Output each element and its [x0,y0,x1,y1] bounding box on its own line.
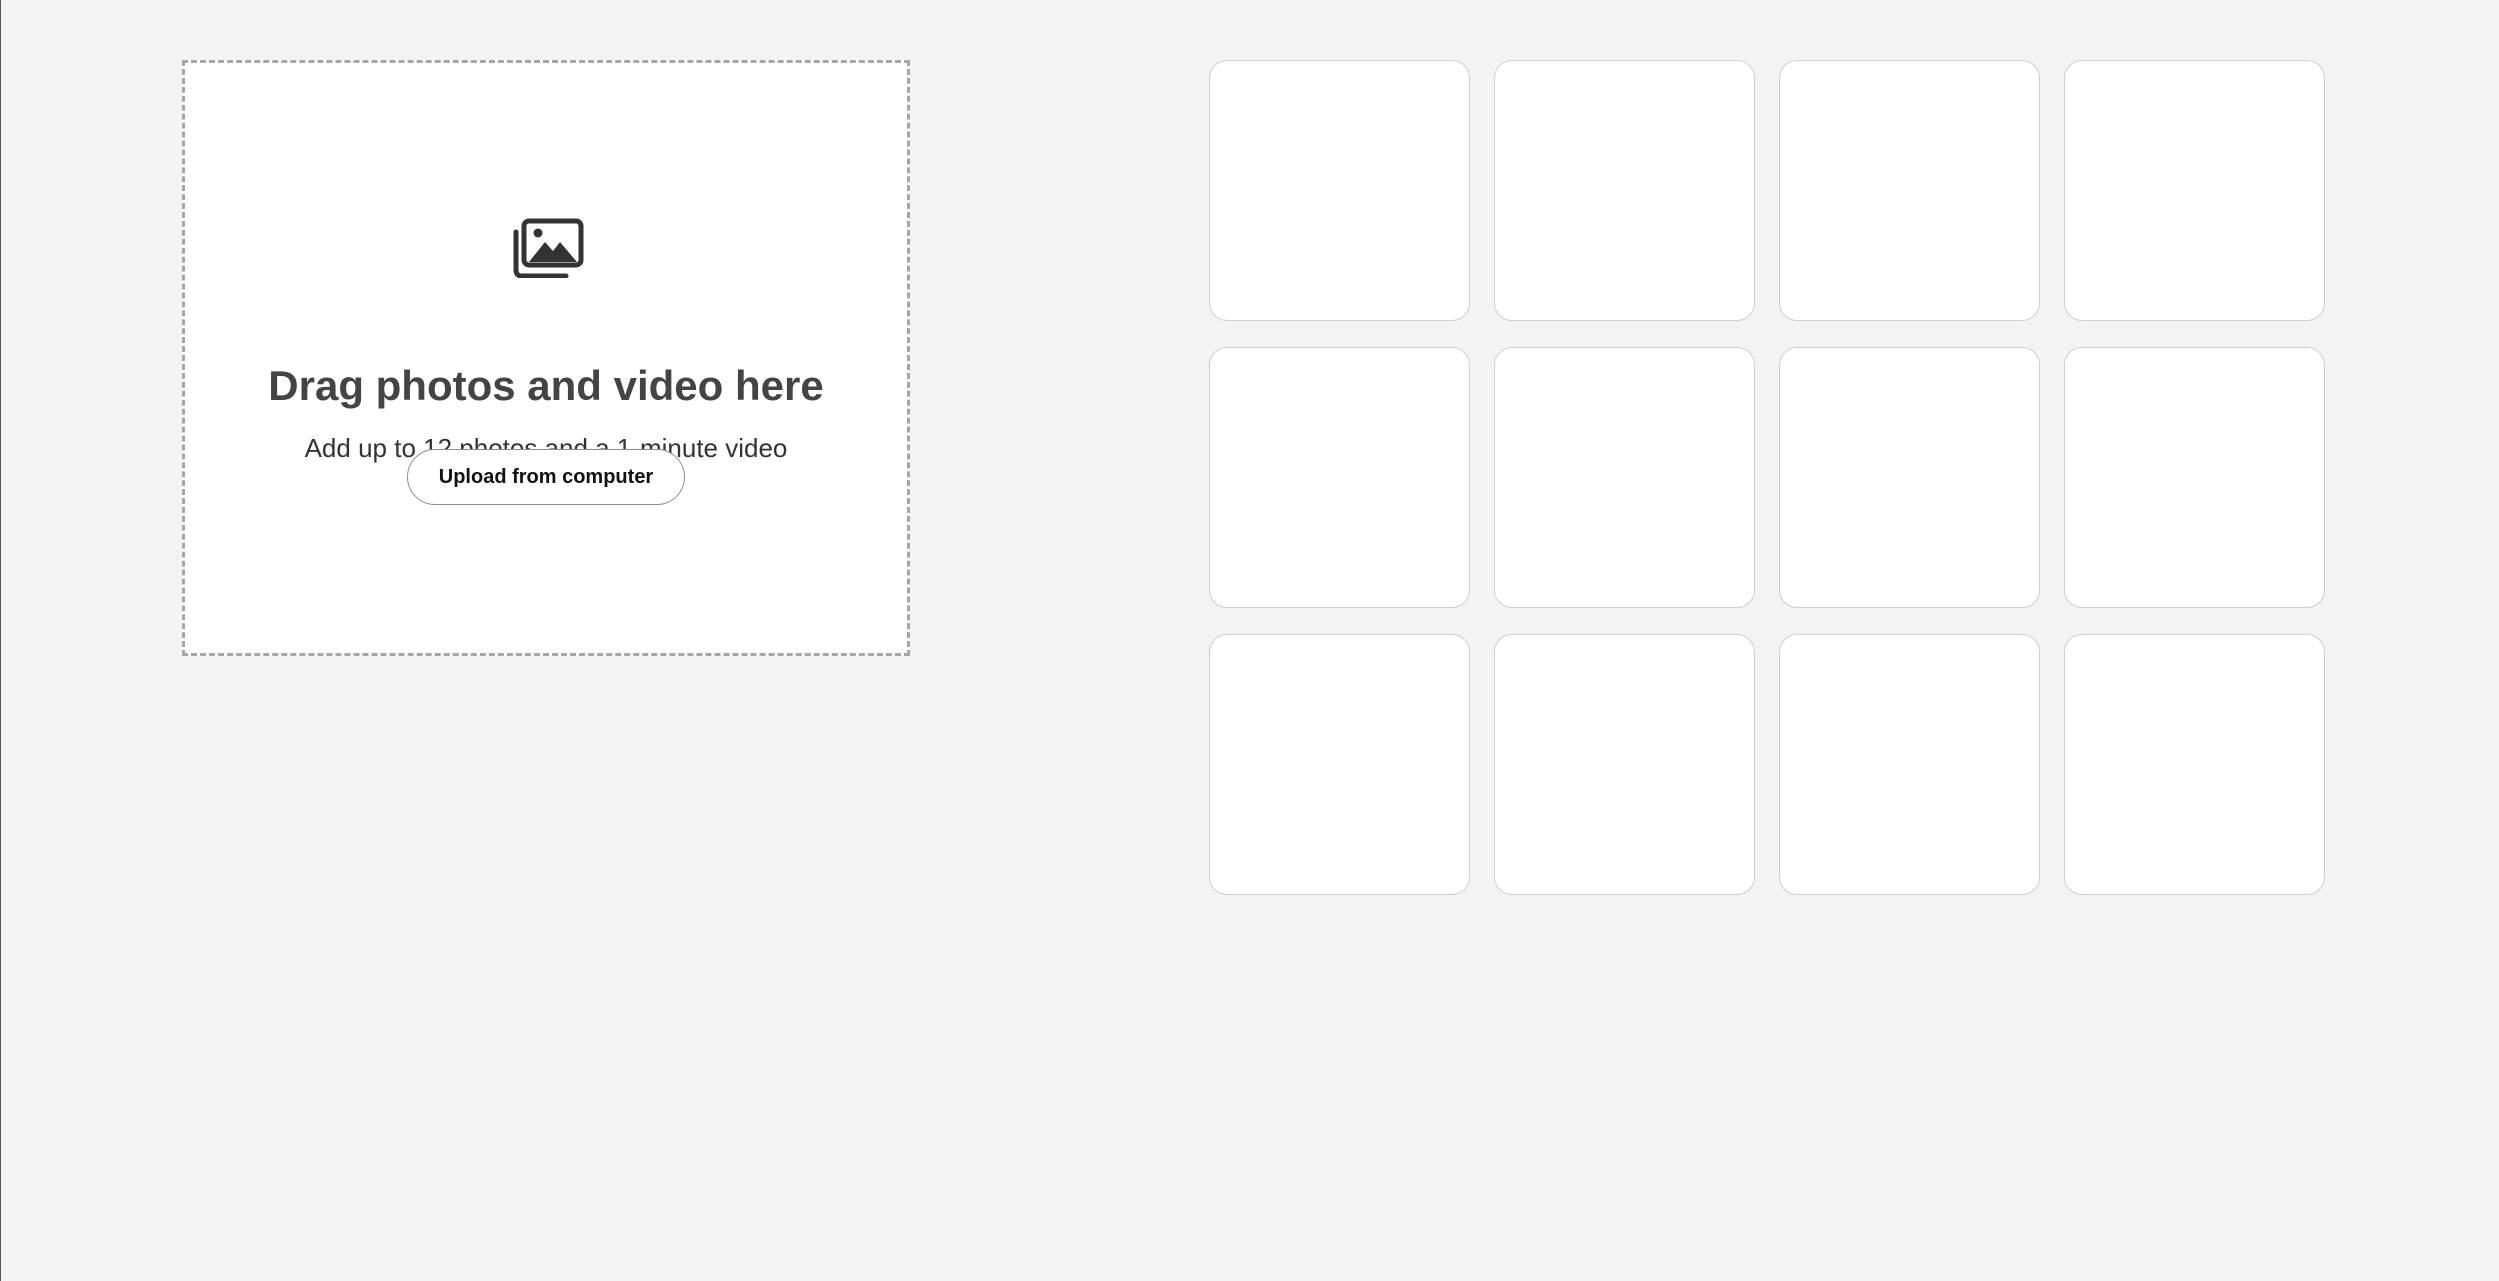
upload-from-computer-button[interactable]: Upload from computer [407,449,685,505]
photo-slot[interactable] [1209,60,1470,321]
photo-slot[interactable] [1209,634,1470,895]
upload-dropzone[interactable]: Drag photos and video here Add up to 12 … [182,60,910,656]
photo-slot[interactable] [1779,60,2040,321]
photo-slot[interactable] [1494,634,1755,895]
photo-slot[interactable] [1494,60,1755,321]
photo-slot[interactable] [2064,60,2325,321]
photo-slot-grid [1209,60,2325,895]
photo-gallery-icon [513,218,584,278]
photo-slot[interactable] [2064,347,2325,608]
photo-slot[interactable] [2064,634,2325,895]
photo-slot[interactable] [1779,634,2040,895]
photo-slot[interactable] [1494,347,1755,608]
dropzone-title: Drag photos and video here [268,362,824,409]
photo-slot[interactable] [1779,347,2040,608]
photo-slot[interactable] [1209,347,1470,608]
